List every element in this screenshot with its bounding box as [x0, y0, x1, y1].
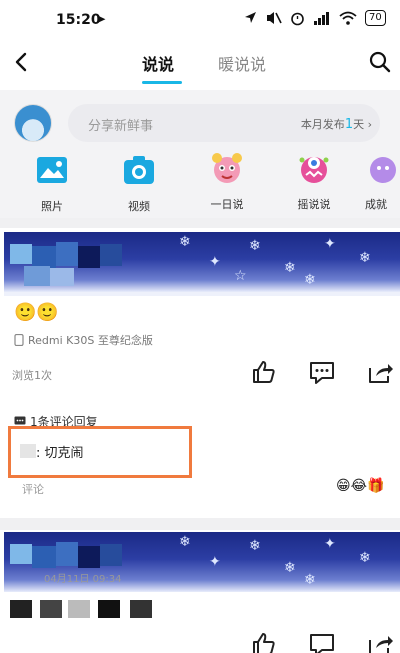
shortcut-shake[interactable]: 摇说说 — [279, 150, 349, 212]
user-avatar[interactable] — [14, 104, 52, 142]
share-placeholder: 分享新鲜事 — [88, 119, 154, 134]
like-button[interactable] — [250, 630, 278, 653]
status-time: 15:20 — [56, 12, 101, 28]
shortcut-label: 照片 — [41, 200, 63, 213]
comment-icon — [310, 634, 334, 653]
alarm-icon — [291, 12, 304, 25]
comment-button[interactable] — [308, 630, 336, 653]
banner-fade — [4, 292, 400, 296]
search-icon — [369, 51, 391, 73]
status-icons: 70 — [244, 10, 386, 26]
chevron-left-icon — [15, 52, 27, 72]
redacted-block — [68, 600, 90, 618]
post-device: Redmi K30S 至尊纪念版 — [28, 334, 153, 347]
shortcut-label: 一日说 — [210, 198, 244, 211]
share-icon — [369, 364, 393, 383]
share-button[interactable] — [366, 358, 394, 386]
shortcut-label: 摇说说 — [297, 198, 331, 211]
thumbs-up-icon — [253, 361, 275, 383]
redacted-block — [10, 600, 32, 618]
redacted-block — [130, 600, 152, 618]
shortcut-daily-talk[interactable]: 一日说 — [192, 150, 262, 212]
monthly-count: 1 — [344, 117, 354, 132]
comment-text[interactable]: : 切克闹 — [36, 442, 84, 461]
top-nav-bar — [0, 40, 400, 90]
photo-icon — [37, 157, 67, 183]
post-device-row: Redmi K30S 至尊纪念版 — [14, 332, 153, 348]
comment-colon: : — [36, 446, 41, 461]
shortcut-photo[interactable]: 照片 — [17, 152, 87, 214]
section-divider — [0, 218, 400, 228]
back-button[interactable] — [8, 48, 36, 76]
comment-icon — [310, 362, 334, 384]
post-date: 04月11日 09:34 — [44, 574, 122, 585]
navigation-arrow-icon: ➤ — [96, 12, 107, 26]
share-button[interactable] — [366, 630, 394, 653]
tab-nuanshuoshuo[interactable]: 暖说说 — [218, 51, 266, 75]
section-divider — [0, 518, 400, 530]
achievement-icon — [370, 157, 396, 183]
chevron-right-icon: › — [367, 118, 372, 131]
camera-icon — [124, 156, 154, 184]
signal-icon — [314, 11, 329, 25]
thumbs-up-icon — [253, 633, 275, 653]
share-icon — [369, 636, 393, 653]
tab-shuoshuo[interactable]: 说说 — [142, 51, 174, 75]
wifi-icon — [339, 11, 357, 25]
post-banner-image: ❄ ✦ ❄ ❄ ✦ ❄ ☆ ❄ — [4, 232, 400, 292]
redacted-author — [20, 444, 36, 458]
shake-icon — [299, 157, 329, 183]
monthly-post-stat[interactable]: 本月发布1天 › — [301, 116, 372, 132]
post-emoji-content: 🙂🙂 — [14, 302, 59, 323]
redacted-block — [98, 600, 120, 618]
post-views: 浏览1次 — [12, 369, 52, 382]
reaction-emojis[interactable]: 😁😂🎁 — [336, 478, 384, 494]
like-button[interactable] — [250, 358, 278, 386]
active-tab-indicator — [142, 81, 182, 84]
location-icon — [245, 12, 256, 23]
shortcut-label: 成就 — [365, 198, 387, 211]
comment-body: 切克闹 — [44, 446, 84, 461]
monthly-prefix: 本月发布 — [300, 118, 345, 131]
comment-input[interactable]: 评论 — [22, 481, 44, 497]
shortcut-video[interactable]: 视频 — [104, 152, 174, 214]
battery-indicator: 70 — [365, 10, 386, 26]
phone-icon — [14, 334, 24, 346]
monthly-suffix: 天 — [353, 118, 365, 131]
search-button[interactable] — [366, 48, 394, 76]
comment-button[interactable] — [308, 358, 336, 386]
shortcut-achievement[interactable]: 成就 — [365, 150, 400, 212]
redacted-block — [40, 600, 62, 618]
shortcut-label: 视频 — [128, 200, 150, 213]
daily-talk-icon — [212, 153, 242, 183]
silent-icon — [267, 12, 282, 24]
